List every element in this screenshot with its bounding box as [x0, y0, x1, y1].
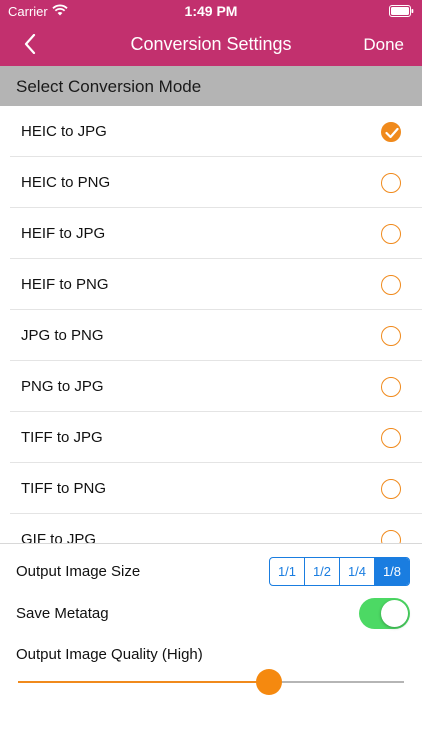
list-item-label: HEIC to PNG [21, 174, 111, 191]
list-item[interactable]: JPG to PNG [0, 310, 422, 361]
settings-panel: Output Image Size 1/1 1/2 1/4 1/8 Save Meta… [0, 543, 422, 750]
battery-icon [389, 5, 414, 17]
list-item-label: HEIC to JPG [21, 123, 107, 140]
status-bar: Carrier 1:49 PM [0, 0, 422, 22]
list-item-label: HEIF to PNG [21, 276, 109, 293]
radio-unchecked-icon[interactable] [381, 326, 401, 346]
size-option-2[interactable]: 1/2 [305, 558, 340, 585]
list-item[interactable]: HEIC to JPG [0, 106, 422, 157]
section-header: Select Conversion Mode [0, 66, 422, 106]
nav-bar: Conversion Settings Done [0, 22, 422, 66]
save-metatag-label: Save Metatag [16, 605, 109, 622]
radio-unchecked-icon[interactable] [381, 428, 401, 448]
status-time: 1:49 PM [184, 3, 238, 19]
output-size-label: Output Image Size [16, 563, 141, 580]
done-button[interactable]: Done [363, 35, 404, 55]
list-item-label: TIFF to JPG [21, 429, 103, 446]
radio-unchecked-icon[interactable] [381, 224, 401, 244]
list-item[interactable]: PNG to JPG [0, 361, 422, 412]
save-metatag-toggle[interactable] [359, 598, 410, 629]
page-title: Conversion Settings [130, 34, 292, 54]
list-item-label: PNG to JPG [21, 378, 104, 395]
list-item-label: JPG to PNG [21, 327, 104, 344]
quality-label: Output Image Quality (High) [16, 646, 203, 663]
list-item-label: GIF to JPG [21, 531, 97, 543]
radio-unchecked-icon[interactable] [381, 173, 401, 193]
list-item-label: HEIF to JPG [21, 225, 106, 242]
header: Carrier 1:49 PM Conversion Settings Done [0, 0, 422, 66]
slider-track-empty [269, 681, 404, 683]
conversion-mode-list[interactable]: HEIC to JPG HEIC to PNG HEIF to JPG HEIF to… [0, 106, 422, 543]
list-item[interactable]: GIF to JPG [0, 514, 422, 543]
toggle-knob [381, 600, 408, 627]
output-size-segmented-control[interactable]: 1/1 1/2 1/4 1/8 [269, 557, 410, 586]
radio-unchecked-icon[interactable] [381, 275, 401, 295]
list-item[interactable]: TIFF to JPG [0, 412, 422, 463]
size-option-3[interactable]: 1/4 [340, 558, 375, 585]
radio-unchecked-icon[interactable] [381, 377, 401, 397]
size-option-1[interactable]: 1/1 [270, 558, 305, 585]
list-item-label: TIFF to PNG [21, 480, 107, 497]
quality-slider[interactable] [18, 669, 404, 695]
radio-unchecked-icon[interactable] [381, 479, 401, 499]
list-item[interactable]: TIFF to PNG [0, 463, 422, 514]
list-item[interactable]: HEIF to PNG [0, 259, 422, 310]
list-item[interactable]: HEIC to PNG [0, 157, 422, 208]
slider-track-filled [18, 681, 269, 683]
size-option-4[interactable]: 1/8 [375, 558, 409, 585]
list-item[interactable]: HEIF to JPG [0, 208, 422, 259]
radio-checked-icon[interactable] [381, 122, 401, 142]
radio-unchecked-icon[interactable] [381, 530, 401, 543]
slider-thumb[interactable] [256, 669, 282, 695]
section-title: Select Conversion Mode [16, 77, 202, 96]
